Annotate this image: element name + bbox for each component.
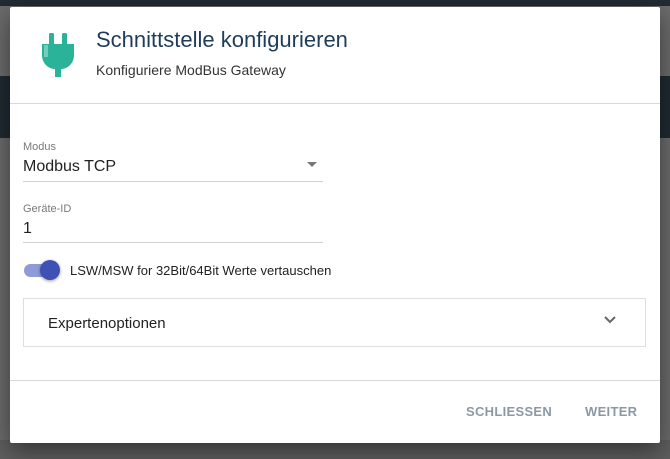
swap-toggle-label: LSW/MSW for 32Bit/64Bit Werte vertausche…: [70, 263, 332, 278]
dialog-header: Schnittstelle konfigurieren Konfiguriere…: [10, 7, 660, 104]
expert-options-panel[interactable]: Expertenoptionen: [23, 298, 646, 347]
modus-label: Modus: [23, 141, 57, 153]
configure-interface-dialog: Schnittstelle konfigurieren Konfiguriere…: [10, 7, 660, 443]
chevron-down-icon[interactable]: [603, 315, 617, 325]
chevron-down-icon[interactable]: [307, 162, 317, 167]
device-id-underline: [23, 242, 323, 243]
modus-underline: [23, 181, 323, 182]
close-button[interactable]: SCHLIESSEN: [466, 404, 552, 419]
background-app-bar: [0, 0, 670, 6]
modus-select[interactable]: Modbus TCP: [23, 158, 323, 180]
device-id-input[interactable]: 1: [23, 220, 323, 242]
dialog-title: Schnittstelle konfigurieren: [96, 27, 348, 52]
plug-icon: [42, 33, 74, 77]
dialog-subtitle: Konfiguriere ModBus Gateway: [96, 62, 286, 78]
next-button[interactable]: WEITER: [585, 404, 637, 419]
expert-options-label: Expertenoptionen: [48, 315, 166, 332]
device-id-label: Geräte-ID: [23, 203, 72, 215]
footer-divider: [10, 380, 660, 381]
swap-toggle-thumb[interactable]: [40, 260, 60, 280]
